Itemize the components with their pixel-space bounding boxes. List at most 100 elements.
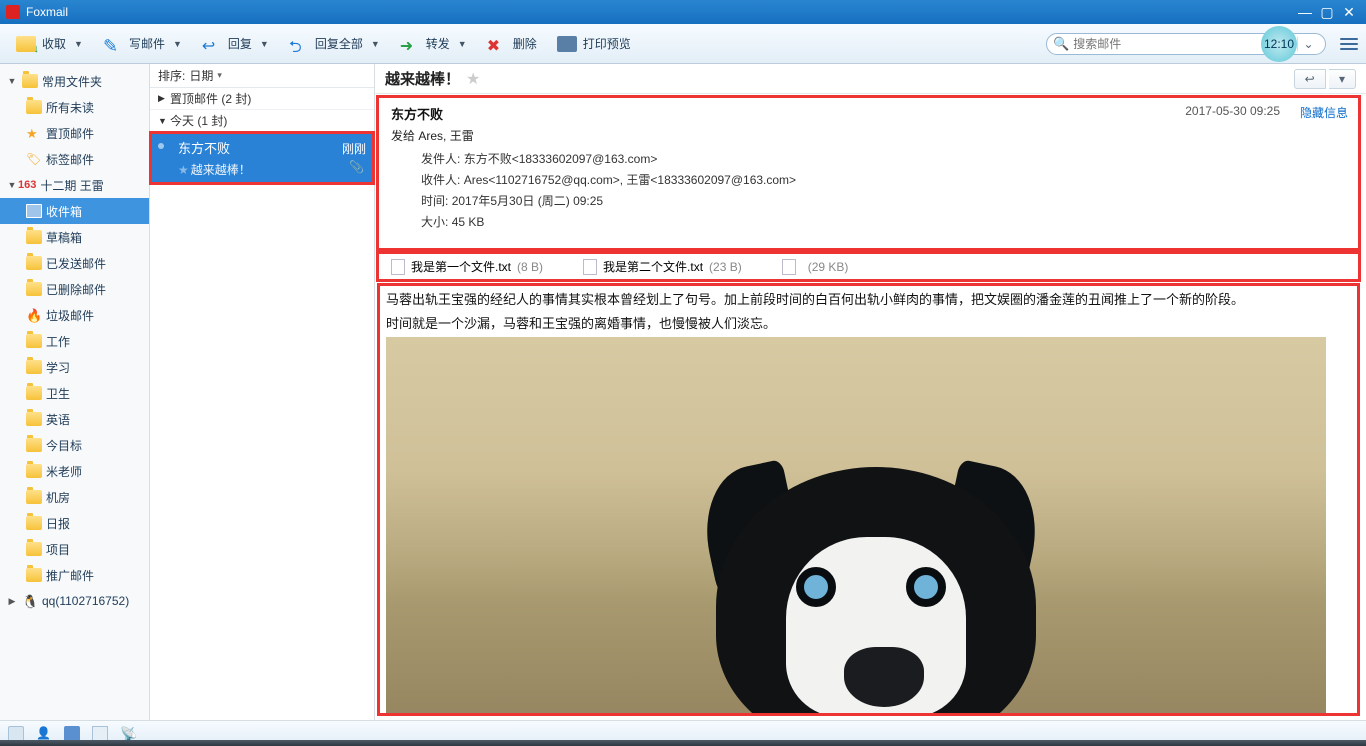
compose-button[interactable]: ✎ 写邮件 ▼ [95,31,190,56]
sidebar-folder-milaoshi[interactable]: 米老师 [0,458,149,484]
main-area: ▼常用文件夹 所有未读 ★置顶邮件 🏷标签邮件 ▼163十二期 王雷 收件箱 草… [0,64,1366,720]
folder-icon [26,100,42,114]
sidebar-label: 推广邮件 [46,567,94,584]
sidebar-label: 英语 [46,411,70,428]
print-preview-button[interactable]: 打印预览 [549,31,639,56]
receive-button[interactable]: ↓ 收取 ▼ [8,31,91,56]
menu-button[interactable] [1340,35,1358,53]
group-pinned[interactable]: ▶置顶邮件 (2 封) [150,88,374,110]
attachment-size: (23 B) [709,260,742,274]
sidebar-folder-goals[interactable]: 今目标 [0,432,149,458]
message-time: 刚刚 [342,140,366,157]
reply-all-button[interactable]: ⮌ 回复全部 ▼ [281,31,388,56]
sidebar-folder-study[interactable]: 学习 [0,354,149,380]
sidebar-folder-daily[interactable]: 日报 [0,510,149,536]
sidebar-account-163[interactable]: ▼163十二期 王雷 [0,172,149,198]
close-button[interactable]: ✕ [1338,4,1360,21]
reply-button[interactable]: ↩ 回复 ▼ [194,31,277,56]
chevron-down-icon[interactable]: ▼ [458,39,467,49]
hide-info-link[interactable]: 隐藏信息 [1300,104,1348,121]
maximize-button[interactable]: ▢ [1316,4,1338,21]
group-label: 置顶邮件 (2 封) [170,90,251,107]
quick-reply-button[interactable]: ↩ [1294,69,1326,89]
sidebar-common-folders[interactable]: ▼常用文件夹 [0,68,149,94]
reader-to: 发给 Ares, 王雷 [391,127,1346,144]
sidebar-drafts[interactable]: 草稿箱 [0,224,149,250]
delete-label: 删除 [513,35,537,52]
chevron-down-icon[interactable]: ▼ [371,39,380,49]
compose-icon: ✎ [103,36,123,52]
sidebar-all-unread[interactable]: 所有未读 [0,94,149,120]
folder-icon [26,334,42,348]
search-dropdown[interactable]: ⌄ [1297,37,1319,51]
compose-label: 写邮件 [129,35,165,52]
detail-value: 东方不败<18333602097@163.com> [464,152,658,166]
search-icon: 🔍 [1053,36,1069,52]
titlebar: Foxmail — ▢ ✕ [0,0,1366,24]
star-icon: ★ [178,163,189,177]
quick-reply-dropdown[interactable]: ▾ [1329,69,1356,89]
sidebar-folder-english[interactable]: 英语 [0,406,149,432]
sidebar-folder-work[interactable]: 工作 [0,328,149,354]
reply-icon: ↩ [202,36,222,52]
chevron-down-icon[interactable]: ▼ [260,39,269,49]
message-from: 东方不败 [160,138,364,157]
reply-all-icon: ⮌ [289,36,309,52]
sidebar-folder-machineroom[interactable]: 机房 [0,484,149,510]
print-icon [557,36,577,52]
junk-icon: 🔥 [26,308,42,322]
app-title: Foxmail [26,5,1294,19]
sidebar-tagged[interactable]: 🏷标签邮件 [0,146,149,172]
sidebar-label: 日报 [46,515,70,532]
attachment-item[interactable]: (29 KB) [782,259,849,275]
sidebar-label: 已发送邮件 [46,255,106,272]
qq-icon: 🐧 [22,594,38,608]
sort-header[interactable]: 排序: 日期 ▾ [150,64,374,88]
sidebar-pinned[interactable]: ★置顶邮件 [0,120,149,146]
attachment-icon: 📎 [349,160,364,174]
detail-value: 2017年5月30日 (周二) 09:25 [452,194,603,208]
file-icon [583,259,597,275]
sidebar-folder-promo[interactable]: 推广邮件 [0,562,149,588]
sort-label: 排序: [158,67,185,84]
sidebar: ▼常用文件夹 所有未读 ★置顶邮件 🏷标签邮件 ▼163十二期 王雷 收件箱 草… [0,64,150,720]
folder-icon [26,386,42,400]
star-toggle[interactable]: ★ [466,69,480,89]
sidebar-inbox[interactable]: 收件箱 [0,198,149,224]
folder-icon [26,360,42,374]
sidebar-label: 已删除邮件 [46,281,106,298]
inbox-icon [26,204,42,218]
detail-label: 发件人: [421,152,460,166]
delete-button[interactable]: ✖ 删除 [479,31,545,56]
file-icon [391,259,405,275]
message-item[interactable]: 东方不败 ★越来越棒！ 刚刚 📎 [150,132,374,184]
sidebar-folder-health[interactable]: 卫生 [0,380,149,406]
sidebar-label: 收件箱 [46,203,82,220]
sidebar-sent[interactable]: 已发送邮件 [0,250,149,276]
sidebar-folder-project[interactable]: 项目 [0,536,149,562]
account-badge: 163 [18,179,36,191]
folder-icon [26,230,42,244]
attachment-item[interactable]: 我是第二个文件.txt(23 B) [583,258,742,275]
attachment-item[interactable]: 我是第一个文件.txt(8 B) [391,258,543,275]
star-icon: ★ [26,126,42,140]
forward-button[interactable]: ➜ 转发 ▼ [392,31,475,56]
detail-label: 时间: [421,194,448,208]
detail-value: Ares<1102716752@qq.com>, 王雷<18333602097@… [464,173,796,187]
chevron-down-icon[interactable]: ▼ [173,39,182,49]
folder-icon [22,74,38,88]
search-input[interactable] [1073,37,1279,51]
sidebar-deleted[interactable]: 已删除邮件 [0,276,149,302]
folder-icon [26,256,42,270]
detail-value: 45 KB [452,215,485,229]
search-box[interactable]: 🔍 12:10 ⌄ [1046,33,1326,55]
detail-label: 大小: [421,215,448,229]
group-today[interactable]: ▼今天 (1 封) [150,110,374,132]
sidebar-account-qq[interactable]: ▶🐧qq(1102716752) [0,588,149,614]
chevron-down-icon[interactable]: ▼ [74,39,83,49]
minimize-button[interactable]: — [1294,4,1316,20]
reader-body[interactable]: 马蓉出轨王宝强的经纪人的事情其实根本曾经划上了句号。加上前段时间的白百何出轨小鲜… [377,283,1360,716]
sidebar-junk[interactable]: 🔥 垃圾邮件 [0,302,149,328]
sidebar-label: 垃圾邮件 [46,307,94,324]
print-preview-label: 打印预览 [583,35,631,52]
